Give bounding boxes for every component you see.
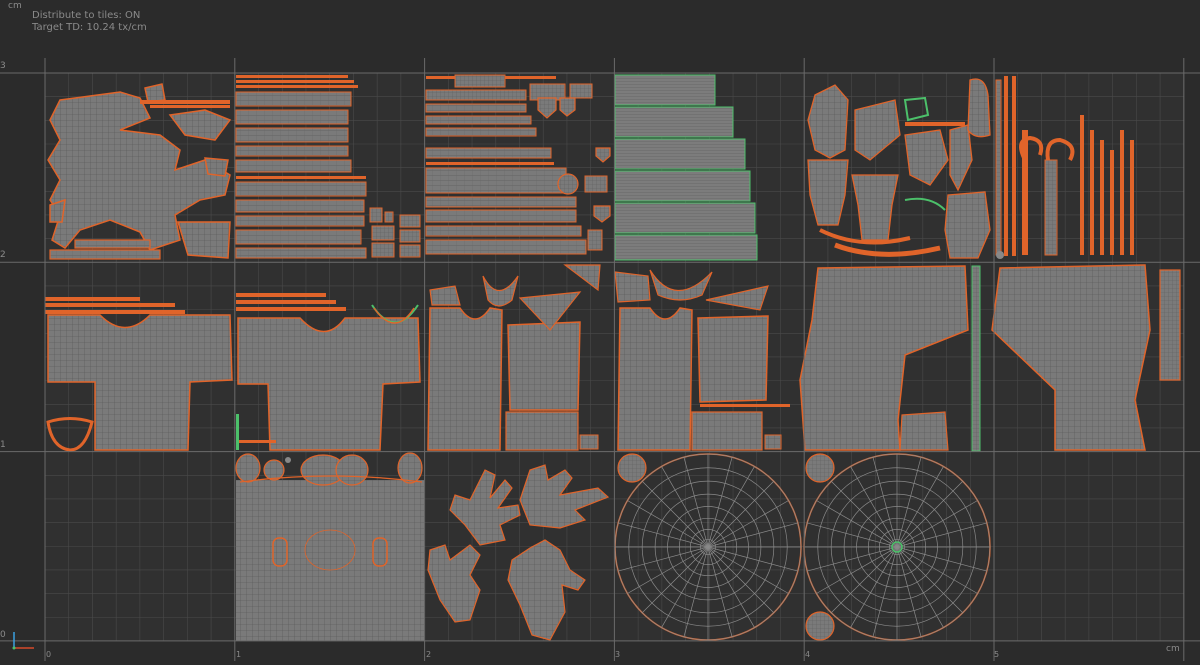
u-tick-1: 1 [236,650,242,659]
target-td-status: Target TD: 10.24 tx/cm [32,22,147,33]
u-tick-5: 5 [994,650,1000,659]
v-tick-3: 3 [0,61,6,71]
u-tick-3: 3 [615,650,621,659]
v-tick-2: 2 [0,250,6,260]
unit-label-bottom: cm [1166,644,1180,654]
unit-label-top: cm [8,1,22,11]
v-tick-0: 0 [0,630,6,640]
u-tick-4: 4 [805,650,811,659]
uv-canvas[interactable] [0,0,1200,661]
u-tick-0: 0 [46,650,52,659]
distribute-status: Distribute to tiles: ON [32,10,141,21]
uv-editor-viewport[interactable]: cm Distribute to tiles: ON Target TD: 10… [0,0,1200,661]
uv-island-dress-a[interactable] [427,264,601,451]
uv-island-disk-a[interactable] [614,453,802,641]
v-tick-1: 1 [0,440,6,450]
uv-island-face[interactable] [235,452,424,641]
uv-island-disk-b[interactable] [803,453,991,641]
u-tick-2: 2 [426,650,432,659]
